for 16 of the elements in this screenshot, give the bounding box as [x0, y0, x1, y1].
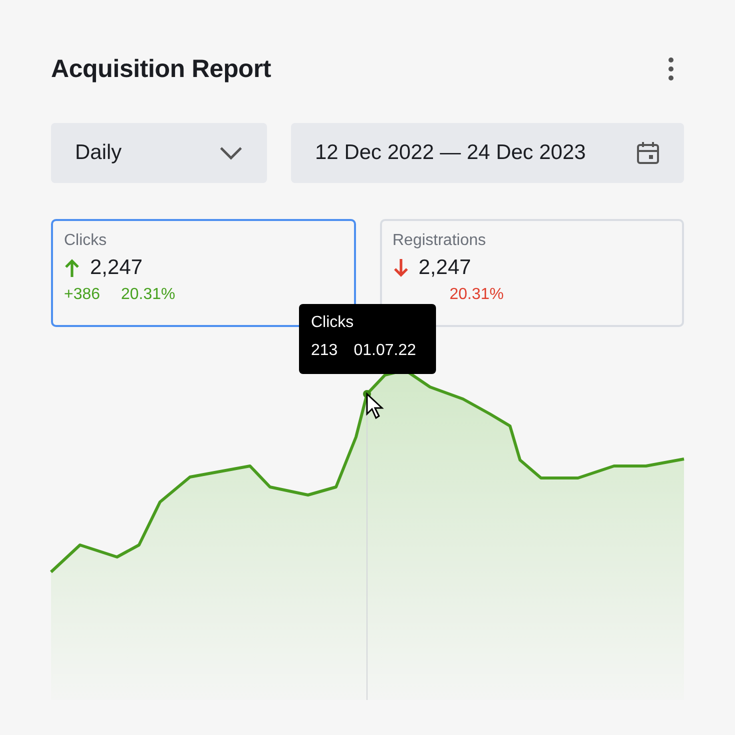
metric-value: 2,247	[418, 256, 472, 280]
calendar-icon	[636, 141, 660, 165]
metric-percent: 20.31%	[121, 286, 176, 304]
tooltip-date: 01.07.22	[354, 342, 416, 360]
more-icon[interactable]	[668, 57, 674, 81]
pointer-cursor-icon	[365, 392, 385, 420]
report-title: Acquisition Report	[51, 54, 272, 84]
metric-label: Clicks	[64, 232, 108, 250]
metric-value: 2,247	[90, 256, 143, 280]
chevron-icon	[219, 146, 243, 160]
metric-change: +386	[64, 286, 102, 304]
period-dropdown[interactable]: Daily	[51, 123, 267, 183]
tooltip-value: 213	[311, 342, 338, 360]
metric-percent: 20.31%	[450, 286, 505, 304]
date-range-field[interactable]: 12 Dec 2022 — 24 Dec 2023	[291, 123, 684, 183]
metric-label: Registrations	[392, 232, 487, 250]
